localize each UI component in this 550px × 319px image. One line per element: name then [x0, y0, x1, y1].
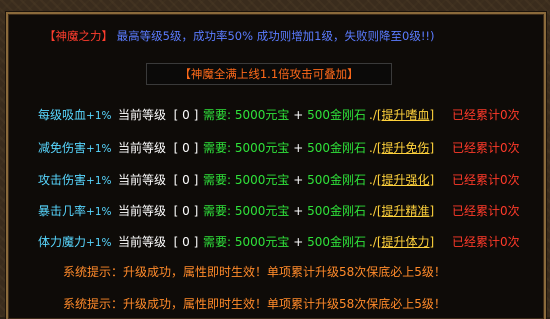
header-description: 最高等级5级，成功率50% 成功则增加1级，失败则降至0级!!) [116, 29, 435, 43]
header-tag: 【神魔之力】 [44, 29, 113, 43]
total-count-5: 已经累计0次 [452, 235, 520, 249]
upgrade-link-2[interactable]: ./[提升免伤] [369, 138, 434, 158]
current-level-5: 当前等级 [ 0 ] [118, 235, 199, 249]
total-count-4: 已经累计0次 [452, 204, 520, 218]
attr-name-5: 体力魔力+1% [38, 235, 112, 249]
attr-name-2: 减免伤害+1% [38, 141, 112, 155]
cost-4: 需要: 5000元宝 + 500金刚石 [203, 204, 367, 218]
attr-name-4: 暴击几率+1% [38, 204, 112, 218]
attr-name-1: 每级吸血+1% [38, 108, 112, 122]
current-level-1: 当前等级 [ 0 ] [118, 108, 199, 122]
current-level-4: 当前等级 [ 0 ] [118, 204, 199, 218]
cost-3: 需要: 5000元宝 + 500金刚石 [203, 173, 367, 187]
total-count-3: 已经累计0次 [452, 173, 520, 187]
upgrade-link-1[interactable]: ./[提升嗜血] [369, 105, 434, 125]
current-level-3: 当前等级 [ 0 ] [118, 173, 199, 187]
header-line: 【神魔之力】 最高等级5级，成功率50% 成功则增加1级，失败则降至0级!!) [44, 28, 435, 44]
cost-1: 需要: 5000元宝 + 500金刚石 [203, 108, 367, 122]
bonus-banner: 【神魔全满上线1.1倍攻击可叠加】 [146, 63, 392, 85]
cost-5: 需要: 5000元宝 + 500金刚石 [203, 235, 367, 249]
upgrade-link-4[interactable]: ./[提升精准] [369, 201, 434, 221]
upgrade-link-3[interactable]: ./[提升强化] [369, 170, 434, 190]
total-count-2: 已经累计0次 [452, 141, 520, 155]
cost-2: 需要: 5000元宝 + 500金刚石 [203, 141, 367, 155]
upgrade-link-5[interactable]: ./[提升体力] [369, 232, 434, 252]
current-level-2: 当前等级 [ 0 ] [118, 141, 199, 155]
total-count-1: 已经累计0次 [452, 108, 520, 122]
system-message-2: 系统提示：升级成功，属性即时生效！单项累计升级58次保底必上5级！ [63, 297, 446, 311]
attr-name-3: 攻击伤害+1% [38, 173, 112, 187]
system-message-1: 系统提示：升级成功，属性即时生效！单项累计升级58次保底必上5级！ [63, 265, 446, 279]
